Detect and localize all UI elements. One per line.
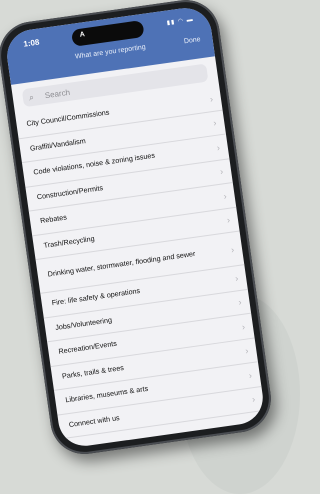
chevron-right-icon: ›	[251, 394, 256, 405]
list-item-label: Parks, trails & trees	[61, 362, 125, 381]
phone-screen: 1:08 ▮▮ ◠ ▬ A What are you reporting Don…	[3, 4, 267, 450]
category-list: City Council/Commissions › Graffiti/Vandal…	[15, 85, 265, 440]
phone-frame: 1:08 ▮▮ ◠ ▬ A What are you reporting Don…	[0, 0, 276, 459]
list-item-label: Jobs/Volunteering	[54, 315, 113, 332]
chevron-right-icon: ›	[241, 321, 246, 332]
chevron-right-icon: ›	[237, 297, 243, 308]
chevron-right-icon: ›	[219, 166, 224, 177]
chevron-right-icon: ›	[222, 190, 228, 202]
search-icon: ⌕	[28, 91, 35, 102]
chevron-right-icon: ›	[209, 93, 214, 105]
list-item-label: Fire: life safety & operations	[51, 286, 141, 308]
list-item-label: Graffiti/Vandalism	[29, 136, 87, 153]
list-item-label: City Council/Commissions	[25, 107, 110, 129]
status-time: 1:08	[22, 37, 40, 49]
chevron-right-icon: ›	[226, 215, 231, 226]
chevron-right-icon: ›	[234, 272, 239, 284]
chevron-right-icon: ›	[212, 117, 218, 129]
list-item-label: Libraries, museums & arts	[64, 384, 149, 405]
list-item-label: Construction/Permits	[36, 183, 104, 202]
chevron-right-icon: ›	[248, 369, 253, 381]
done-button[interactable]: Done	[183, 36, 201, 45]
status-icons: ▮▮ ◠ ▬	[166, 16, 195, 27]
chevron-right-icon: ›	[230, 243, 235, 255]
chevron-right-icon: ›	[244, 345, 250, 357]
list-item-label: Rebates	[39, 212, 68, 226]
island-letter: A	[79, 31, 86, 39]
list-item-label: Recreation/Events	[57, 339, 118, 357]
phone-stage: 1:08 ▮▮ ◠ ▬ A What are you reporting Don…	[0, 0, 295, 463]
search-input[interactable]: Search	[44, 87, 70, 99]
list-item-label: Trash/Recycling	[43, 233, 96, 250]
dynamic-island: A	[70, 19, 145, 47]
chevron-right-icon: ›	[216, 142, 221, 153]
list-item-label: Connect with us	[68, 412, 121, 430]
